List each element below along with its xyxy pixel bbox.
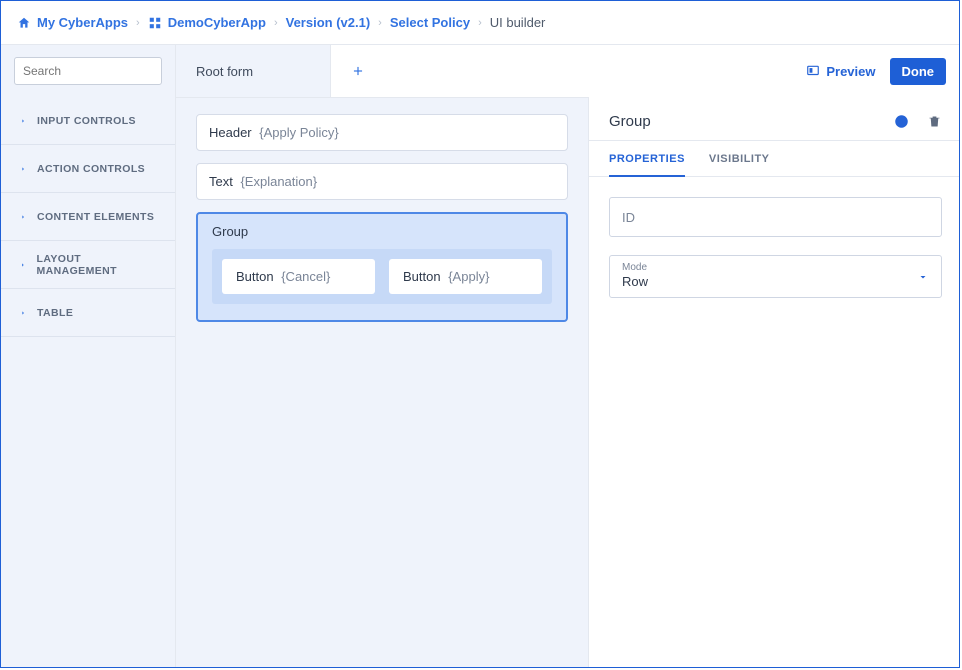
breadcrumb-policy[interactable]: Select Policy (390, 15, 470, 30)
sidebar-item-layout-management[interactable]: LAYOUT MANAGEMENT (1, 241, 175, 289)
tab-root-form[interactable]: Root form (176, 45, 331, 97)
id-placeholder: ID (622, 210, 635, 225)
breadcrumb-label: Version (v2.1) (286, 15, 371, 30)
preview-icon (806, 64, 820, 78)
chevron-right-icon: › (136, 17, 140, 29)
breadcrumb-app[interactable]: DemoCyberApp (148, 15, 266, 30)
sidebar-item-content-elements[interactable]: CONTENT ELEMENTS (1, 193, 175, 241)
breadcrumb-current: UI builder (490, 15, 546, 30)
done-button[interactable]: Done (890, 58, 947, 85)
canvas-block-button-apply[interactable]: Button {Apply} (389, 259, 542, 294)
grid-icon (148, 16, 162, 30)
breadcrumb-label: Select Policy (390, 15, 470, 30)
properties-title: Group (609, 113, 651, 130)
tab-visibility[interactable]: VISIBILITY (709, 141, 770, 176)
info-icon[interactable] (894, 114, 909, 129)
breadcrumb-home[interactable]: My CyberApps (17, 15, 128, 30)
chevron-right-icon: › (274, 17, 278, 29)
trash-icon[interactable] (927, 114, 942, 129)
canvas[interactable]: Header {Apply Policy} Text {Explanation}… (176, 97, 588, 667)
canvas-block-text[interactable]: Text {Explanation} (196, 163, 568, 200)
block-type: Button (403, 269, 441, 284)
chevron-down-icon (917, 271, 929, 283)
chevron-right-icon (19, 261, 27, 269)
sidebar-item-label: INPUT CONTROLS (37, 115, 136, 127)
chevron-right-icon (19, 309, 27, 317)
block-value: {Apply} (448, 269, 489, 284)
sidebar-item-label: ACTION CONTROLS (37, 163, 145, 175)
sidebar-item-label: TABLE (37, 307, 73, 319)
chevron-right-icon (19, 165, 27, 173)
sidebar-item-action-controls[interactable]: ACTION CONTROLS (1, 145, 175, 193)
chevron-right-icon (19, 213, 27, 221)
breadcrumb-label: DemoCyberApp (168, 15, 266, 30)
breadcrumb-label: My CyberApps (37, 15, 128, 30)
mode-select[interactable]: Mode Row (609, 255, 942, 298)
mode-label: Mode (622, 262, 929, 273)
sidebar-item-label: CONTENT ELEMENTS (37, 211, 154, 223)
canvas-block-button-cancel[interactable]: Button {Cancel} (222, 259, 375, 294)
plus-icon (351, 64, 365, 78)
preview-button[interactable]: Preview (806, 64, 875, 79)
sidebar-item-label: LAYOUT MANAGEMENT (37, 253, 157, 277)
chevron-right-icon (19, 117, 27, 125)
tab-properties[interactable]: PROPERTIES (609, 141, 685, 177)
breadcrumb-label: UI builder (490, 15, 546, 30)
canvas-block-header[interactable]: Header {Apply Policy} (196, 114, 568, 151)
breadcrumb-version[interactable]: Version (v2.1) (286, 15, 371, 30)
chevron-right-icon: › (378, 17, 382, 29)
sidebar-item-input-controls[interactable]: INPUT CONTROLS (1, 97, 175, 145)
id-field[interactable]: ID (609, 197, 942, 237)
breadcrumb: My CyberApps › DemoCyberApp › Version (v… (1, 1, 959, 45)
search-field[interactable] (23, 64, 178, 78)
block-value: {Cancel} (281, 269, 330, 284)
sidebar-item-table[interactable]: TABLE (1, 289, 175, 337)
chevron-right-icon: › (478, 17, 482, 29)
add-tab-button[interactable] (331, 45, 806, 97)
canvas-block-group[interactable]: Group Button {Cancel} Button {Apply} (196, 212, 568, 322)
preview-label: Preview (826, 64, 875, 79)
home-icon (17, 16, 31, 30)
block-type: Button (236, 269, 274, 284)
block-value: {Explanation} (240, 174, 317, 189)
sidebar: INPUT CONTROLS ACTION CONTROLS CONTENT E… (1, 45, 176, 667)
mode-value: Row (622, 274, 929, 289)
block-type: Header (209, 125, 252, 140)
block-type: Text (209, 174, 233, 189)
block-value: {Apply Policy} (259, 125, 339, 140)
properties-panel: Group PROPERTIES VISIBILITY ID (589, 97, 959, 667)
tab-label: Root form (196, 64, 253, 79)
block-type: Group (212, 224, 552, 239)
group-inner: Button {Cancel} Button {Apply} (212, 249, 552, 304)
search-input[interactable] (14, 57, 162, 85)
